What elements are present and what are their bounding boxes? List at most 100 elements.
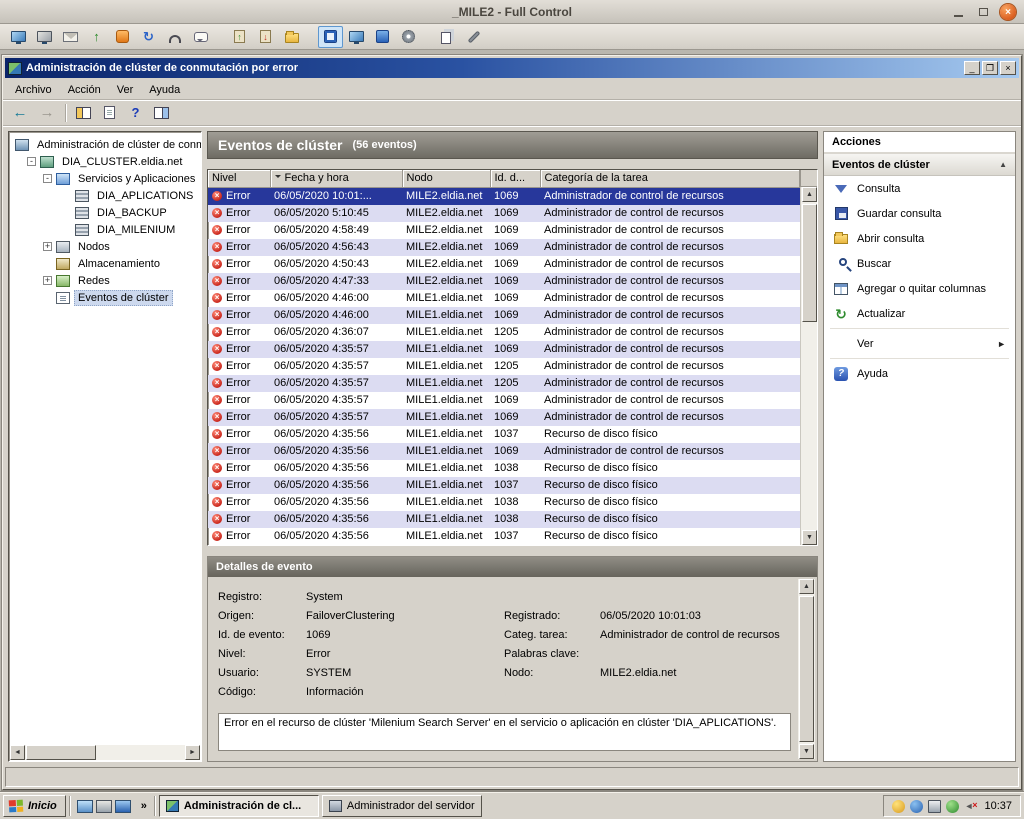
send-message-button[interactable] <box>58 26 83 48</box>
refresh-button[interactable]: ↻ <box>136 26 161 48</box>
event-row[interactable]: Error 06/05/2020 4:46:00 MILE1.eldia.net… <box>208 290 800 307</box>
actions-section-header[interactable]: Eventos de clúster ▲ <box>824 154 1015 176</box>
event-row[interactable]: Error 06/05/2020 4:35:57 MILE1.eldia.net… <box>208 409 800 426</box>
events-vertical-scrollbar[interactable]: ▲ ▼ <box>800 187 817 545</box>
event-row[interactable]: Error 06/05/2020 4:35:56 MILE1.eldia.net… <box>208 426 800 443</box>
language-tray-icon[interactable] <box>892 800 905 813</box>
fullscreen-button[interactable] <box>318 26 343 48</box>
tree-item-redes[interactable]: + Redes <box>12 272 201 289</box>
column-header-nodo[interactable]: Nodo <box>402 170 490 187</box>
collapse-expander-icon[interactable]: - <box>43 174 52 183</box>
event-row[interactable]: Error 06/05/2020 4:35:57 MILE1.eldia.net… <box>208 375 800 392</box>
action-buscar[interactable]: Buscar <box>824 251 1015 276</box>
taskbar-clock[interactable]: 10:37 <box>982 800 1012 812</box>
column-header-id[interactable]: Id. d... <box>490 170 540 187</box>
event-row[interactable]: Error 06/05/2020 4:35:56 MILE1.eldia.net… <box>208 511 800 528</box>
event-row[interactable]: Error 06/05/2020 5:10:45 MILE2.eldia.net… <box>208 205 800 222</box>
show-console-tree-button[interactable] <box>71 102 96 124</box>
stop-button[interactable] <box>110 26 135 48</box>
tree-horizontal-scrollbar[interactable]: ◄ ► <box>10 745 200 760</box>
tree-item-eventos-cluster[interactable]: Eventos de clúster <box>12 289 201 306</box>
close-icon[interactable]: × <box>1000 4 1016 20</box>
scroll-up-icon[interactable]: ▲ <box>802 187 817 202</box>
tree-item-almacenamiento[interactable]: Almacenamiento <box>12 255 201 272</box>
display-tray-icon[interactable] <box>928 800 941 813</box>
export-list-button[interactable] <box>97 102 122 124</box>
event-row[interactable]: Error 06/05/2020 4:35:56 MILE1.eldia.net… <box>208 443 800 460</box>
action-abrir-consulta[interactable]: Abrir consulta <box>824 226 1015 251</box>
tools-button[interactable] <box>461 26 486 48</box>
event-row[interactable]: Error 06/05/2020 10:01:... MILE2.eldia.n… <box>208 187 800 205</box>
collapse-expander-icon[interactable]: - <box>27 157 36 166</box>
tree-item-dia-milenium[interactable]: DIA_MILENIUM <box>12 221 201 238</box>
display-settings-button[interactable] <box>396 26 421 48</box>
event-row[interactable]: Error 06/05/2020 4:36:07 MILE1.eldia.net… <box>208 324 800 341</box>
event-row[interactable]: Error 06/05/2020 4:50:43 MILE2.eldia.net… <box>208 256 800 273</box>
menu-ayuda[interactable]: Ayuda <box>141 82 188 98</box>
tree-item-servicios-aplicaciones[interactable]: - Servicios y Aplicaciones <box>12 170 201 187</box>
taskbar-task-cluster-manager[interactable]: Administración de cl... <box>159 795 319 817</box>
menu-archivo[interactable]: Archivo <box>7 82 60 98</box>
scroll-up-icon[interactable]: ▲ <box>799 579 814 594</box>
dial-button[interactable] <box>162 26 187 48</box>
action-agregar-quitar-columnas[interactable]: Agregar o quitar columnas <box>824 276 1015 301</box>
tree-item-nodos[interactable]: + Nodos <box>12 238 201 255</box>
forward-button[interactable]: → <box>34 102 60 124</box>
scroll-right-icon[interactable]: ► <box>185 745 200 760</box>
start-button[interactable]: Inicio <box>3 795 66 817</box>
tree-item-dia-aplications[interactable]: DIA_APLICATIONS <box>12 187 201 204</box>
event-row[interactable]: Error 06/05/2020 4:56:43 MILE2.eldia.net… <box>208 239 800 256</box>
column-header-categoria[interactable]: Categoría de la tarea <box>540 170 800 187</box>
upload-button[interactable]: ↑ <box>84 26 109 48</box>
status-tray-icon[interactable] <box>946 800 959 813</box>
menu-accion[interactable]: Acción <box>60 82 109 98</box>
screenshot-button[interactable] <box>435 26 460 48</box>
event-row[interactable]: Error 06/05/2020 4:58:49 MILE2.eldia.net… <box>208 222 800 239</box>
event-row[interactable]: Error 06/05/2020 4:35:56 MILE1.eldia.net… <box>208 528 800 545</box>
scrollbar-thumb[interactable] <box>26 745 96 760</box>
tree-item-console-root[interactable]: Administración de clúster de conmu <box>12 136 201 153</box>
event-row[interactable]: Error 06/05/2020 4:47:33 MILE2.eldia.net… <box>208 273 800 290</box>
details-vertical-scrollbar[interactable]: ▲ ▼ <box>798 579 815 759</box>
action-pane-button[interactable] <box>149 102 174 124</box>
event-row[interactable]: Error 06/05/2020 4:46:00 MILE1.eldia.net… <box>208 307 800 324</box>
tree-item-dia-cluster[interactable]: - DIA_CLUSTER.eldia.net <box>12 153 201 170</box>
event-row[interactable]: Error 06/05/2020 4:35:56 MILE1.eldia.net… <box>208 494 800 511</box>
scrollbar-thumb[interactable] <box>799 596 814 742</box>
remote-desktop-icon[interactable] <box>77 800 93 813</box>
clipboard-send-button[interactable]: ↑ <box>227 26 252 48</box>
action-ver[interactable]: Ver ► <box>824 331 1015 356</box>
taskbar-task-server-manager[interactable]: Administrador del servidor <box>322 795 482 817</box>
menu-ver[interactable]: Ver <box>109 82 142 98</box>
column-header-fecha[interactable]: Fecha y hora <box>270 170 402 187</box>
expand-expander-icon[interactable]: + <box>43 276 52 285</box>
app-close-icon[interactable]: × <box>1000 61 1016 75</box>
disconnect-button[interactable] <box>32 26 57 48</box>
collapse-section-icon[interactable]: ▲ <box>999 160 1007 169</box>
scroll-down-icon[interactable]: ▼ <box>799 744 814 759</box>
event-row[interactable]: Error 06/05/2020 4:35:56 MILE1.eldia.net… <box>208 460 800 477</box>
app-restore-icon[interactable]: ❐ <box>982 61 998 75</box>
file-transfer-button[interactable] <box>279 26 304 48</box>
chat-button[interactable] <box>188 26 213 48</box>
maximize-icon[interactable] <box>975 4 991 20</box>
network-tray-icon[interactable] <box>910 800 923 813</box>
quick-launch-overflow-chevron[interactable]: » <box>137 800 151 812</box>
volume-muted-icon[interactable] <box>964 800 977 813</box>
action-consulta[interactable]: Consulta <box>824 176 1015 201</box>
action-guardar-consulta[interactable]: Guardar consulta <box>824 201 1015 226</box>
tree-item-dia-backup[interactable]: DIA_BACKUP <box>12 204 201 221</box>
scroll-down-icon[interactable]: ▼ <box>802 530 817 545</box>
expand-expander-icon[interactable]: + <box>43 242 52 251</box>
action-actualizar[interactable]: ↻ Actualizar <box>824 301 1015 326</box>
clipboard-receive-button[interactable]: ↓ <box>253 26 278 48</box>
column-header-nivel[interactable]: Nivel <box>208 170 270 187</box>
action-ayuda[interactable]: ? Ayuda <box>824 361 1015 386</box>
back-button[interactable]: ← <box>7 102 33 124</box>
event-row[interactable]: Error 06/05/2020 4:35:56 MILE1.eldia.net… <box>208 477 800 494</box>
event-row[interactable]: Error 06/05/2020 4:35:57 MILE1.eldia.net… <box>208 392 800 409</box>
help-button[interactable]: ? <box>123 102 148 124</box>
smart-size-button[interactable] <box>370 26 395 48</box>
scroll-left-icon[interactable]: ◄ <box>10 745 25 760</box>
event-row[interactable]: Error 06/05/2020 4:35:57 MILE1.eldia.net… <box>208 341 800 358</box>
